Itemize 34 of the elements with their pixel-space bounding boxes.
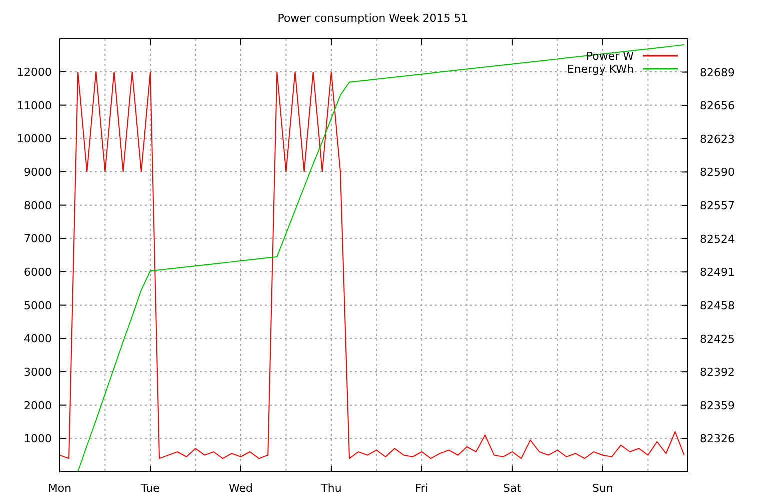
y-axis-label: 10000 — [17, 132, 52, 146]
y-axis-label: 82425 — [700, 332, 735, 346]
y-axis-label: 82524 — [700, 232, 735, 246]
y-axis-label: 82491 — [700, 266, 735, 280]
y-axis-label: 82458 — [700, 299, 735, 312]
y-axis-label: 82557 — [700, 200, 735, 213]
y-axis-label: 82656 — [700, 100, 735, 113]
y-axis-label: 82689 — [700, 66, 735, 80]
y-axis-label: 8000 — [24, 199, 52, 212]
x-axis-label: Tue — [141, 482, 160, 495]
y-axis-label: 82392 — [700, 366, 735, 380]
x-axis-label: Thu — [321, 482, 342, 495]
y-axis-label: 3000 — [24, 366, 52, 379]
y-axis-label: 1000 — [24, 432, 52, 446]
y-axis-label: 6000 — [24, 266, 52, 279]
x-axis-label: Sun — [592, 482, 614, 495]
chart-title: Power consumption Week 2015 51 — [278, 12, 468, 25]
y-axis-label: 4000 — [24, 332, 52, 346]
y-axis-label: 82590 — [700, 166, 735, 180]
x-axis-label: Fri — [415, 482, 429, 495]
y-axis-label: 11000 — [17, 99, 52, 112]
x-axis-label: Mon — [48, 482, 72, 495]
y-axis-label: 9000 — [24, 166, 52, 179]
y-axis-label: 12000 — [17, 66, 52, 79]
y-axis-label: 82326 — [700, 432, 735, 446]
y-axis-label: 82623 — [700, 132, 735, 146]
y-axis-label: 7000 — [24, 232, 52, 246]
x-axis-label: Wed — [229, 482, 253, 495]
legend-label: Energy KWh — [567, 63, 634, 76]
x-axis-label: Sat — [503, 482, 522, 495]
y-axis-label: 82359 — [700, 399, 735, 412]
y-axis-label: 2000 — [24, 399, 52, 412]
legend-label: Power W — [586, 50, 634, 63]
y-axis-label: 5000 — [24, 299, 52, 312]
